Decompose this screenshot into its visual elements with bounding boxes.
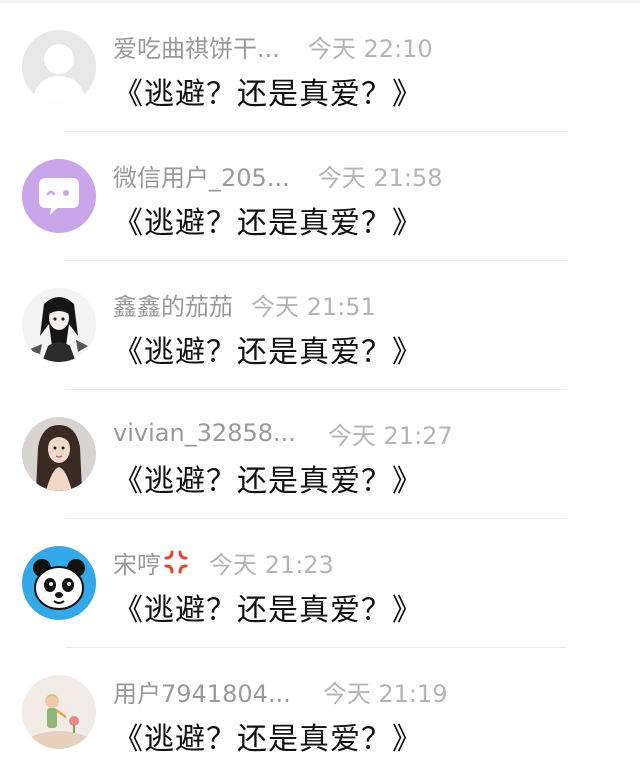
timestamp: 今天 21:58 <box>317 163 443 192</box>
list-item[interactable]: 用户7941804... 今天 21:19 《逃避？还是真爱？》 <box>0 648 640 777</box>
username[interactable]: 微信用户_205... <box>113 158 290 193</box>
list-item[interactable]: 微信用户_205... 今天 21:58 《逃避？还是真爱？》 <box>0 132 640 261</box>
anger-symbol-icon <box>164 550 188 574</box>
anime-girl-avatar-icon[interactable] <box>22 288 96 362</box>
chat-bubble-avatar-icon[interactable] <box>22 159 96 233</box>
comment-text: 《逃避？还是真爱？》 <box>113 206 423 241</box>
panda-avatar-icon[interactable] <box>22 546 96 620</box>
username[interactable]: 鑫鑫的茄茄 <box>113 287 233 322</box>
comment-meta: 微信用户_205... 今天 21:58 <box>113 158 443 193</box>
comment-meta: 爱吃曲祺饼干... 今天 22:10 <box>113 29 433 64</box>
username[interactable]: vivian_32858... <box>113 419 296 447</box>
list-item[interactable]: 鑫鑫的茄茄 今天 21:51 《逃避？还是真爱？》 <box>0 261 640 390</box>
username[interactable]: 宋哼 <box>113 545 161 580</box>
photo-woman-avatar-icon[interactable] <box>22 417 96 491</box>
list-item[interactable]: 宋哼 今天 21:23 《逃避？还是真爱？》 <box>0 519 640 648</box>
comment-text: 《逃避？还是真爱？》 <box>113 593 423 628</box>
list-item[interactable]: vivian_32858... 今天 21:27 《逃避？还是真爱？》 <box>0 390 640 519</box>
timestamp: 今天 21:19 <box>322 679 448 708</box>
default-user-avatar-icon[interactable] <box>22 30 96 104</box>
timestamp: 今天 21:27 <box>327 421 453 450</box>
timestamp: 今天 21:51 <box>251 292 376 321</box>
comment-text: 《逃避？还是真爱？》 <box>113 335 423 370</box>
little-prince-avatar-icon[interactable] <box>22 675 96 749</box>
username[interactable]: 爱吃曲祺饼干... <box>113 29 280 64</box>
comment-meta: 鑫鑫的茄茄 今天 21:51 <box>113 287 376 322</box>
comment-text: 《逃避？还是真爱？》 <box>113 464 423 499</box>
comment-list: 爱吃曲祺饼干... 今天 22:10 《逃避？还是真爱？》 微信用户_205..… <box>0 3 640 777</box>
comment-meta: vivian_32858... 今天 21:27 <box>113 417 453 450</box>
comment-text: 《逃避？还是真爱？》 <box>113 77 423 112</box>
comment-meta: 宋哼 今天 21:23 <box>113 545 334 580</box>
timestamp: 今天 22:10 <box>307 34 433 63</box>
comment-meta: 用户7941804... 今天 21:19 <box>113 674 448 709</box>
list-item[interactable]: 爱吃曲祺饼干... 今天 22:10 《逃避？还是真爱？》 <box>0 3 640 132</box>
comment-text: 《逃避？还是真爱？》 <box>113 722 423 757</box>
username[interactable]: 用户7941804... <box>113 674 291 709</box>
timestamp: 今天 21:23 <box>209 550 334 579</box>
